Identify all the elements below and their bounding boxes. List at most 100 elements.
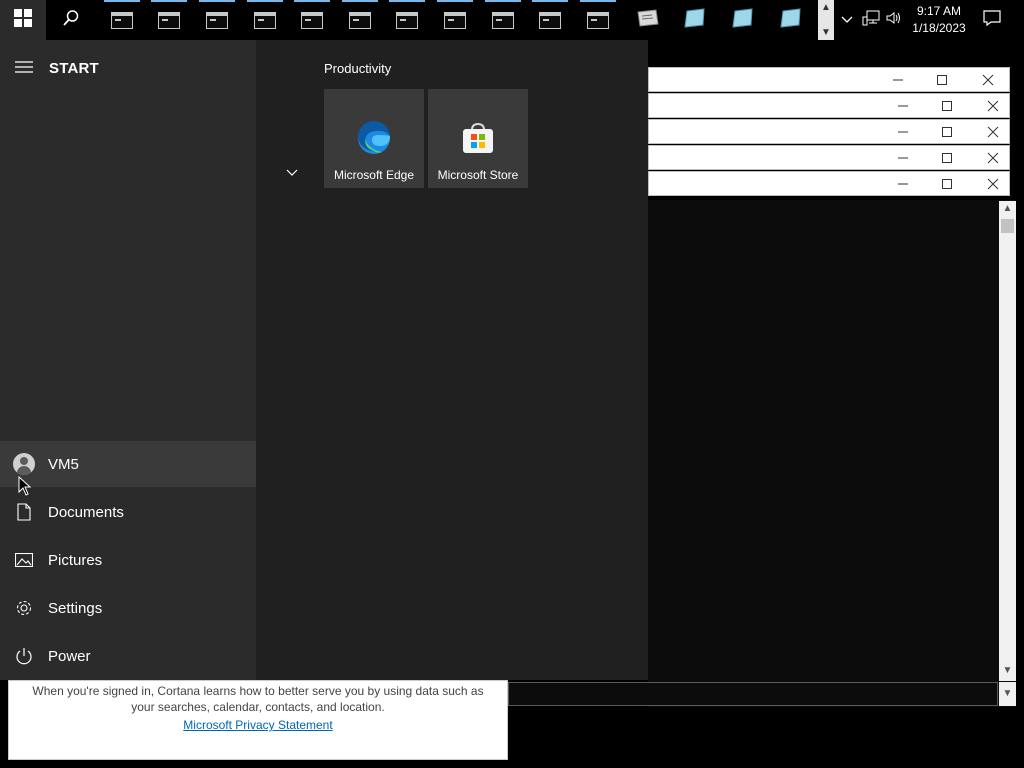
clock-time: 9:17 AM [916,4,962,18]
sidebar-item-power[interactable]: Power [0,633,256,679]
cmd-icon [539,11,561,29]
taskbar: ▲ ▼ 9:17 AM 1/18/2023 [0,0,1024,40]
taskbar-app-command-prompt[interactable] [530,0,570,40]
volume-icon [886,11,902,30]
sidebar-item-label: Settings [48,599,103,617]
console-window-titlebar[interactable] [648,119,1010,144]
start-menu-tiles-panel: Productivity Microsoft Edge Microsoft St… [256,40,648,680]
mouse-cursor-icon [18,475,32,496]
scroll-up-icon[interactable]: ▲ [999,203,1016,217]
cmd-icon [587,11,609,29]
close-icon[interactable] [976,68,1000,92]
tile-label: Microsoft Edge [333,168,415,182]
start-button[interactable] [0,0,46,40]
start-menu-sidebar: START VM5 Documents Pictures Settings Po… [0,40,256,680]
search-button[interactable] [48,0,94,40]
taskbar-pinned-app[interactable] [675,0,715,40]
console-window-content [648,200,1016,707]
taskbar-app-command-prompt[interactable] [387,0,427,40]
close-icon[interactable] [981,94,1005,118]
close-icon[interactable] [981,146,1005,170]
tile-microsoft-edge[interactable]: Microsoft Edge [324,89,424,188]
minimize-icon[interactable] [891,172,915,196]
minimize-icon[interactable] [886,68,910,92]
edge-icon [356,120,392,156]
sidebar-item-label: Documents [48,503,124,521]
sidebar-item-settings[interactable]: Settings [0,585,256,631]
cmd-icon [206,11,228,29]
maximize-icon[interactable] [935,94,959,118]
gear-icon [0,599,48,617]
taskbar-app-command-prompt[interactable] [435,0,475,40]
taskbar-app-command-prompt[interactable] [197,0,237,40]
user-account-button[interactable]: VM5 [0,441,256,487]
cmd-icon [158,11,180,29]
maximize-icon[interactable] [935,120,959,144]
chevron-down-icon[interactable]: ▼ [821,27,831,38]
taskbar-app-command-prompt[interactable] [102,0,142,40]
chevron-up-icon[interactable]: ▲ [821,2,831,13]
scroll-thumb[interactable] [1001,219,1014,233]
chevron-down-icon[interactable] [286,164,302,180]
app-icon [731,7,755,33]
console-window-titlebar[interactable] [648,93,1010,118]
taskbar-app-command-prompt[interactable] [483,0,523,40]
power-icon [0,647,48,665]
search-icon [62,9,80,32]
maximize-icon[interactable] [930,68,954,92]
minimize-icon[interactable] [891,120,915,144]
tile-microsoft-store[interactable]: Microsoft Store [428,89,528,188]
console-window-titlebar[interactable] [648,145,1010,170]
store-icon [460,120,496,156]
close-icon[interactable] [981,172,1005,196]
show-hidden-icons-button[interactable] [838,0,856,40]
cortana-notice-text: When you're signed in, Cortana learns ho… [32,684,484,714]
scroll-down-icon[interactable]: ▼ [999,665,1016,679]
document-icon [0,503,48,521]
minimize-icon[interactable] [891,146,915,170]
console-window-titlebar[interactable] [648,171,1010,196]
network-icon [862,10,880,31]
privacy-statement-link[interactable]: Microsoft Privacy Statement [9,718,507,732]
taskbar-pinned-app[interactable] [723,0,763,40]
cmd-icon [396,11,418,29]
minimize-icon[interactable] [891,94,915,118]
sidebar-item-pictures[interactable]: Pictures [0,537,256,583]
clock[interactable]: 9:17 AM 1/18/2023 [906,0,972,40]
pictures-icon [0,553,48,567]
app-icon [779,7,803,33]
tile-label: Microsoft Store [437,168,519,182]
console-window-strip [508,682,998,706]
start-menu-title: START [49,60,99,77]
taskbar-app-command-prompt[interactable] [149,0,189,40]
taskbar-app-command-prompt[interactable] [245,0,285,40]
cortana-notice: When you're signed in, Cortana learns ho… [8,680,508,760]
taskbar-scroll[interactable]: ▲ ▼ [818,0,834,40]
taskbar-app-command-prompt[interactable] [340,0,380,40]
clock-date: 1/18/2023 [912,21,966,35]
maximize-icon[interactable] [935,172,959,196]
taskbar-app-command-prompt[interactable] [578,0,618,40]
cmd-icon [111,11,133,29]
console-scrollbar[interactable]: ▲ ▼ [999,201,1016,681]
close-icon[interactable] [981,120,1005,144]
chevron-down-icon [841,11,853,29]
scroll-down-icon[interactable]: ▼ [999,682,1016,706]
action-center-button[interactable] [978,0,1006,40]
tile-group-title[interactable]: Productivity [324,61,391,76]
taskbar-pinned-app[interactable] [771,0,811,40]
taskbar-app-command-prompt[interactable] [292,0,332,40]
maximize-icon[interactable] [935,146,959,170]
console-window-titlebar[interactable] [648,67,1010,92]
cmd-icon [301,11,323,29]
hamburger-menu-icon[interactable] [15,60,35,76]
network-button[interactable] [860,0,882,40]
sidebar-item-label: Power [48,647,91,665]
cmd-icon [349,11,371,29]
taskbar-pinned-app[interactable] [628,0,668,40]
sidebar-item-label: Pictures [48,551,103,569]
windows-logo-icon [14,8,32,32]
cmd-icon [254,11,276,29]
volume-button[interactable] [884,0,904,40]
sidebar-item-documents[interactable]: Documents [0,489,256,535]
